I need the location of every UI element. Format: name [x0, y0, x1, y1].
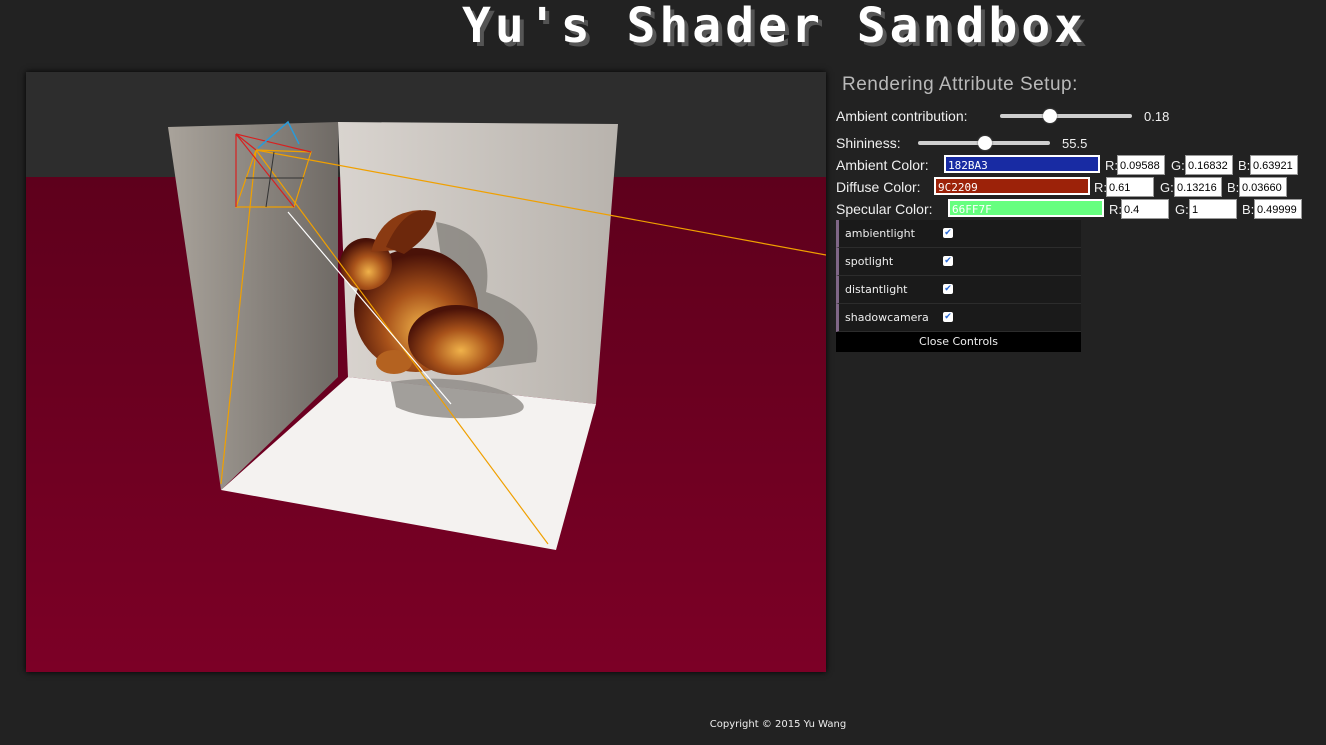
diffuse-color-label: Diffuse Color:: [836, 179, 921, 195]
ambient-row: Ambient contribution: 0.18: [836, 108, 1316, 128]
ambientlight-checkbox[interactable]: ✔: [943, 228, 953, 238]
attribute-panel: Rendering Attribute Setup: Ambient contr…: [836, 72, 1316, 372]
diffuse-r-input[interactable]: 0.61: [1106, 177, 1154, 197]
shininess-row: Shininess: 55.5: [836, 135, 1316, 155]
gui-row-ambientlight[interactable]: ambientlight ✔: [836, 220, 1081, 248]
specular-g-input[interactable]: 1: [1189, 199, 1237, 219]
ambient-color-label: Ambient Color:: [836, 157, 929, 173]
specular-r-input[interactable]: 0.4: [1121, 199, 1169, 219]
shininess-slider-knob[interactable]: [978, 136, 992, 150]
scene-render: [26, 72, 826, 672]
ambient-b-input[interactable]: 0.63921: [1250, 155, 1298, 175]
spotlight-checkbox[interactable]: ✔: [943, 256, 953, 266]
diffuse-g-input[interactable]: 0.13216: [1174, 177, 1222, 197]
specular-color-row: Specular Color: 66FF7F R: 0.4 G: 1 B: 0.…: [836, 199, 1316, 221]
ambient-value: 0.18: [1144, 109, 1170, 124]
gui-row-label: spotlight: [845, 255, 894, 268]
panel-title: Rendering Attribute Setup:: [842, 74, 1078, 95]
shininess-slider[interactable]: [918, 136, 1050, 150]
ambient-color-row: Ambient Color: 182BA3 R: 0.09588 G: 0.16…: [836, 155, 1316, 177]
ambient-slider-knob[interactable]: [1043, 109, 1057, 123]
diffuse-g-label: G:: [1160, 180, 1174, 195]
diffuse-b-input[interactable]: 0.03660: [1239, 177, 1287, 197]
ambient-g-input[interactable]: 0.16832: [1185, 155, 1233, 175]
specular-b-input[interactable]: 0.49999: [1254, 199, 1302, 219]
ambient-label: Ambient contribution:: [836, 108, 968, 124]
specular-b-label: B:: [1242, 202, 1255, 217]
gui-controls: ambientlight ✔ spotlight ✔ distantlight …: [836, 220, 1081, 352]
gui-row-shadowcamera[interactable]: shadowcamera ✔: [836, 304, 1081, 332]
diffuse-b-label: B:: [1227, 180, 1240, 195]
shininess-value: 55.5: [1062, 136, 1088, 151]
specular-color-picker[interactable]: 66FF7F: [948, 199, 1104, 217]
page-title: Yu's Shader Sandbox: [462, 0, 1088, 54]
distantlight-checkbox[interactable]: ✔: [943, 284, 953, 294]
close-controls-button[interactable]: Close Controls: [836, 332, 1081, 352]
diffuse-color-row: Diffuse Color: 9C2209 R: 0.61 G: 0.13216…: [836, 177, 1316, 199]
gui-row-label: distantlight: [845, 283, 908, 296]
shadowcamera-checkbox[interactable]: ✔: [943, 312, 953, 322]
gui-row-label: shadowcamera: [845, 311, 929, 324]
ambient-b-label: B:: [1238, 158, 1251, 173]
webgl-canvas[interactable]: [26, 72, 826, 672]
shininess-label: Shininess:: [836, 135, 901, 151]
gui-row-label: ambientlight: [845, 227, 915, 240]
ambient-slider[interactable]: [1000, 109, 1132, 123]
gui-row-spotlight[interactable]: spotlight ✔: [836, 248, 1081, 276]
ambient-r-input[interactable]: 0.09588: [1117, 155, 1165, 175]
footer-copyright: Copyright © 2015 Yu Wang: [709, 719, 847, 730]
gui-row-distantlight[interactable]: distantlight ✔: [836, 276, 1081, 304]
specular-color-label: Specular Color:: [836, 201, 933, 217]
diffuse-color-picker[interactable]: 9C2209: [934, 177, 1090, 195]
ambient-g-label: G:: [1171, 158, 1185, 173]
specular-g-label: G:: [1175, 202, 1189, 217]
ambient-color-picker[interactable]: 182BA3: [944, 155, 1100, 173]
